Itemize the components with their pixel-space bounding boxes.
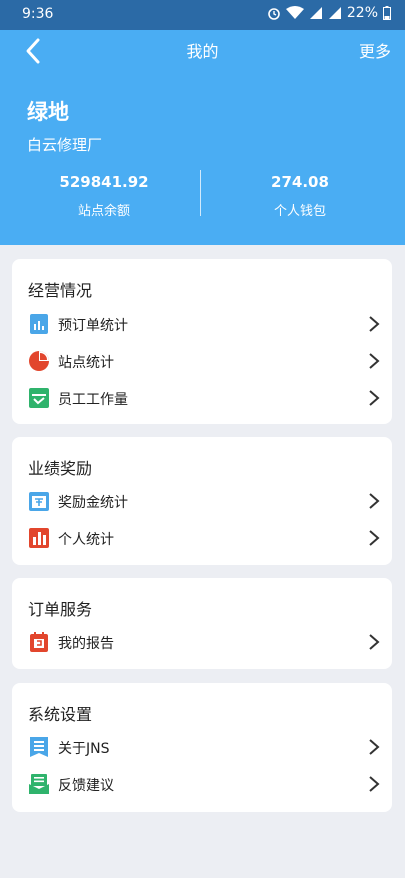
profile-header: 我的 更多 绿地 白云修理厂 529841.92 站点余额 274.08 个人钱… (0, 30, 405, 245)
section-title: 业绩奖励 (28, 459, 93, 478)
section-title: 经营情况 (28, 281, 93, 300)
section-title: 系统设置 (28, 705, 93, 724)
section-title: 订单服务 (28, 600, 93, 619)
section-system-settings: 系统设置 关于JNS 反馈建议 (12, 683, 392, 812)
more-button[interactable]: 更多 (359, 38, 391, 62)
station-balance-value: 529841.92 (59, 173, 149, 191)
status-icons: 22% (267, 5, 391, 21)
station-subtitle: 白云修理厂 (27, 136, 103, 154)
menu-item-label: 关于JNS (58, 741, 110, 757)
pie-chart-icon (29, 351, 49, 371)
menu-item-label: 奖励金统计 (58, 495, 128, 511)
battery-icon (383, 6, 391, 20)
section-business: 经营情况 预订单统计 站点统计 员工工作量 (12, 259, 392, 424)
personal-wallet-value: 274.08 (271, 173, 329, 191)
menu-item-my-report[interactable]: 我的报告 (12, 624, 392, 660)
bar-stats-icon (29, 528, 49, 548)
document-icon (30, 737, 48, 757)
personal-wallet-label: 个人钱包 (273, 204, 326, 219)
signal-icon-2 (328, 7, 341, 19)
section-order-service: 订单服务 我的报告 (12, 578, 392, 669)
alarm-icon (268, 8, 280, 20)
menu-item-label: 我的报告 (58, 636, 114, 652)
menu-item-reward-stats[interactable]: 奖励金统计 (12, 483, 392, 519)
station-name: 绿地 (27, 100, 69, 124)
chevron-right-icon (369, 353, 380, 369)
station-balance[interactable]: 529841.92 站点余额 (4, 173, 204, 219)
menu-item-feedback[interactable]: 反馈建议 (12, 766, 392, 802)
station-balance-label: 站点余额 (77, 204, 130, 219)
personal-wallet[interactable]: 274.08 个人钱包 (200, 173, 400, 219)
chevron-right-icon (369, 634, 380, 650)
battery-percent: 22% (346, 5, 378, 21)
section-performance: 业绩奖励 奖励金统计 个人统计 (12, 437, 392, 565)
signal-icon (309, 7, 322, 19)
page-title: 我的 (186, 42, 219, 61)
chevron-right-icon (369, 776, 380, 792)
chevron-right-icon (369, 390, 380, 406)
menu-item-station-stats[interactable]: 站点统计 (12, 343, 392, 379)
menu-item-label: 反馈建议 (58, 778, 114, 794)
status-bar: 9:36 22% (0, 0, 405, 30)
chevron-right-icon (369, 739, 380, 755)
menu-item-staff-workload[interactable]: 员工工作量 (12, 380, 392, 416)
menu-item-label: 员工工作量 (58, 392, 128, 408)
feedback-icon (29, 774, 49, 794)
menu-item-label: 个人统计 (58, 532, 114, 548)
chevron-right-icon (369, 530, 380, 546)
bar-chart-doc-icon (30, 314, 48, 334)
menu-item-order-stats[interactable]: 预订单统计 (12, 306, 392, 342)
menu-item-about[interactable]: 关于JNS (12, 729, 392, 765)
menu-item-personal-stats[interactable]: 个人统计 (12, 520, 392, 556)
chevron-right-icon (369, 493, 380, 509)
reward-calendar-icon (29, 492, 49, 511)
checklist-icon (29, 388, 49, 408)
status-time: 9:36 (22, 6, 54, 22)
chevron-right-icon (369, 316, 380, 332)
report-icon (30, 632, 48, 652)
wifi-icon (285, 6, 304, 19)
menu-item-label: 站点统计 (58, 355, 114, 371)
menu-item-label: 预订单统计 (58, 318, 128, 334)
